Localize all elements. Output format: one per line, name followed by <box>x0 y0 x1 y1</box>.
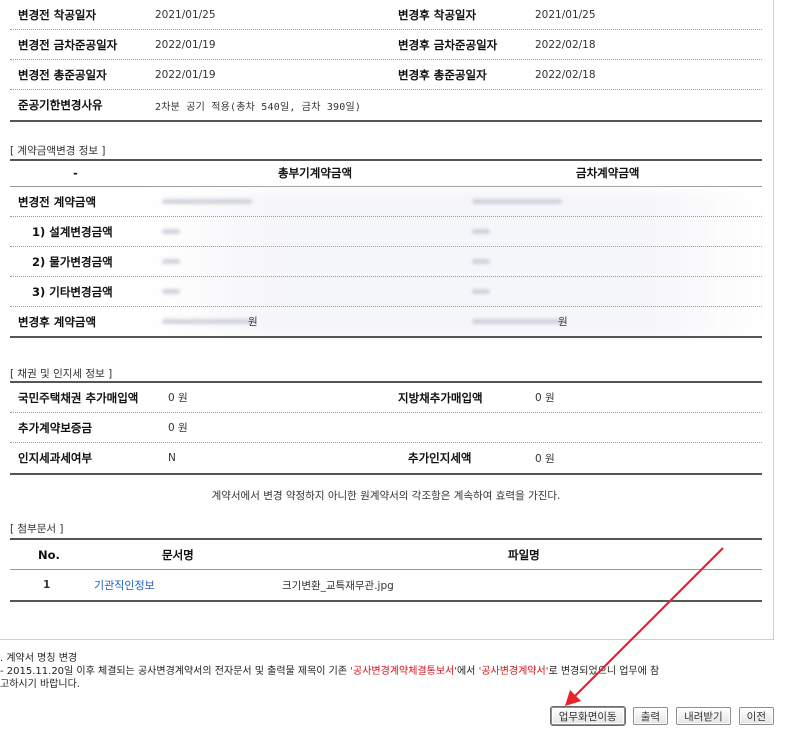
footnote-line-3: 고하시기 바랍니다. <box>0 679 80 690</box>
redacted-value <box>472 307 562 336</box>
amount-row: 3) 기타변경금액 <box>10 277 762 307</box>
footnote-text: 로 변경되었으니 업무에 참 <box>548 666 660 677</box>
footnote-text: - 2015.11.20일 이후 체결되는 공사변경계약서의 전자문서 및 출력… <box>0 666 351 677</box>
housing-bond-label: 국민주택채권 추가매입액 <box>18 390 139 405</box>
amount-header-dash: - <box>73 166 78 180</box>
after-current-completion-value: 2022/02/18 <box>535 38 596 51</box>
footnote-line-1: . 계약서 명칭 변경 <box>0 653 78 664</box>
bond-section-title: [ 채권 및 인지세 정보 ] <box>10 368 113 380</box>
footnote-line-2: - 2015.11.20일 이후 체결되는 공사변경계약서의 전자문서 및 출력… <box>0 665 790 678</box>
period-reason-row: 준공기한변경사유 2차분 공기 적용(총차 540일, 금차 390일) <box>10 90 762 122</box>
stamp-tax-flag-label: 인지세과세여부 <box>18 451 93 465</box>
local-bond-label: 지방채추가매입액 <box>398 390 483 405</box>
after-amount-unit: 원 <box>558 316 568 328</box>
local-bond-value: 0 원 <box>535 392 555 404</box>
redacted-value <box>162 217 180 246</box>
housing-bond-value: 0 원 <box>168 392 188 404</box>
bond-row: 인지세과세여부 N 추가인지세액 0 원 <box>10 443 762 475</box>
amount-table-body: 변경전 계약금액 1) 설계변경금액 2) 물가변경금액 3) 기타변경금액 변… <box>10 187 768 342</box>
after-start-value: 2021/01/25 <box>535 8 596 21</box>
amount-row-label: 1) 설계변경금액 <box>32 224 113 239</box>
footnote: . 계약서 명칭 변경 - 2015.11.20일 이후 체결되는 공사변경계약… <box>0 652 790 691</box>
redacted-value <box>162 307 252 336</box>
before-current-completion-value: 2022/01/19 <box>155 38 216 51</box>
after-total-completion-label: 변경후 총준공일자 <box>398 67 487 82</box>
stamp-tax-flag-value: N <box>168 452 176 464</box>
amount-row: 변경전 계약금액 <box>10 187 762 217</box>
extra-stamp-tax-value: 0 원 <box>535 452 555 465</box>
redacted-value <box>472 247 490 276</box>
print-button[interactable]: 출력 <box>632 707 669 725</box>
bond-row: 추가계약보증금 0 원 <box>10 413 762 443</box>
attach-row: 1 기관직인정보 크기변환_교특재무관.jpg <box>10 570 762 602</box>
redacted-value <box>472 277 490 306</box>
download-button[interactable]: 내려받기 <box>676 707 731 725</box>
attach-file-name: 크기변환_교특재무관.jpg <box>282 579 394 592</box>
action-buttons: 업무화면이동 출력 내려받기 이전 <box>549 706 774 726</box>
amount-header-total: 총부기계약금액 <box>278 166 353 180</box>
footnote-text: 에서 <box>456 666 479 677</box>
amount-row: 1) 설계변경금액 <box>10 217 762 247</box>
period-row: 변경전 금차준공일자 2022/01/19 변경후 금차준공일자 2022/02… <box>10 30 762 60</box>
extra-stamp-tax-label: 추가인지세액 <box>408 451 472 465</box>
extra-deposit-label: 추가계약보증금 <box>18 420 93 435</box>
after-start-label: 변경후 착공일자 <box>398 7 477 22</box>
attach-table-header: No. 문서명 파일명 <box>10 540 762 570</box>
after-current-completion-label: 변경후 금차준공일자 <box>398 37 498 52</box>
amount-row-label: 변경전 계약금액 <box>18 194 97 209</box>
arrow-head <box>565 690 581 706</box>
redacted-value <box>162 247 180 276</box>
bond-row: 국민주택채권 추가매입액 0 원 지방채추가매입액 0 원 <box>10 383 762 413</box>
amount-row-label: 3) 기타변경금액 <box>32 284 113 299</box>
attach-header-no: No. <box>38 547 60 562</box>
redacted-value <box>162 277 180 306</box>
period-row: 변경전 총준공일자 2022/01/19 변경후 총준공일자 2022/02/1… <box>10 60 762 90</box>
before-start-label: 변경전 착공일자 <box>18 7 97 22</box>
attach-header-doc: 문서명 <box>162 547 194 562</box>
move-to-work-button[interactable]: 업무화면이동 <box>549 706 626 726</box>
attach-section-title: [ 첨부문서 ] <box>10 523 64 535</box>
redacted-value <box>472 187 562 216</box>
before-start-value: 2021/01/25 <box>155 8 216 21</box>
before-total-completion-label: 변경전 총준공일자 <box>18 67 107 82</box>
prev-button[interactable]: 이전 <box>738 707 774 725</box>
amount-row: 2) 물가변경금액 <box>10 247 762 277</box>
amount-row-label: 2) 물가변경금액 <box>32 254 113 269</box>
before-current-completion-label: 변경전 금차준공일자 <box>18 37 118 52</box>
contract-notice: 계약서에서 변경 약정하지 아니한 원계약서의 각조항은 계속하여 효력을 가진… <box>211 490 561 502</box>
amount-row-label: 변경후 계약금액 <box>18 314 97 329</box>
amount-row: 변경후 계약금액 원 원 <box>10 307 762 338</box>
after-amount-unit: 원 <box>248 316 258 328</box>
amount-header-current: 금차계약금액 <box>576 166 640 180</box>
redacted-value <box>162 187 252 216</box>
period-row: 변경전 착공일자 2021/01/25 변경후 착공일자 2021/01/25 <box>10 0 762 30</box>
new-title-emphasis: '공사변경계약서' <box>478 666 549 677</box>
reason-label: 준공기한변경사유 <box>18 98 103 112</box>
attach-header-file: 파일명 <box>508 547 540 562</box>
old-title-emphasis: '공사변경계약체결통보서' <box>350 666 457 677</box>
before-total-completion-value: 2022/01/19 <box>155 68 216 81</box>
after-total-completion-value: 2022/02/18 <box>535 68 596 81</box>
attach-doc-link[interactable]: 기관직인정보 <box>94 570 155 600</box>
extra-deposit-value: 0 원 <box>168 422 188 434</box>
amount-table-header: - 총부기계약금액 금차계약금액 <box>10 160 762 187</box>
attach-row-no: 1 <box>43 579 51 591</box>
redacted-value <box>472 217 490 246</box>
amount-section-title: [ 계약금액변경 정보 ] <box>10 145 106 157</box>
reason-value: 2차분 공기 적용(총차 540일, 금차 390일) <box>155 101 362 113</box>
